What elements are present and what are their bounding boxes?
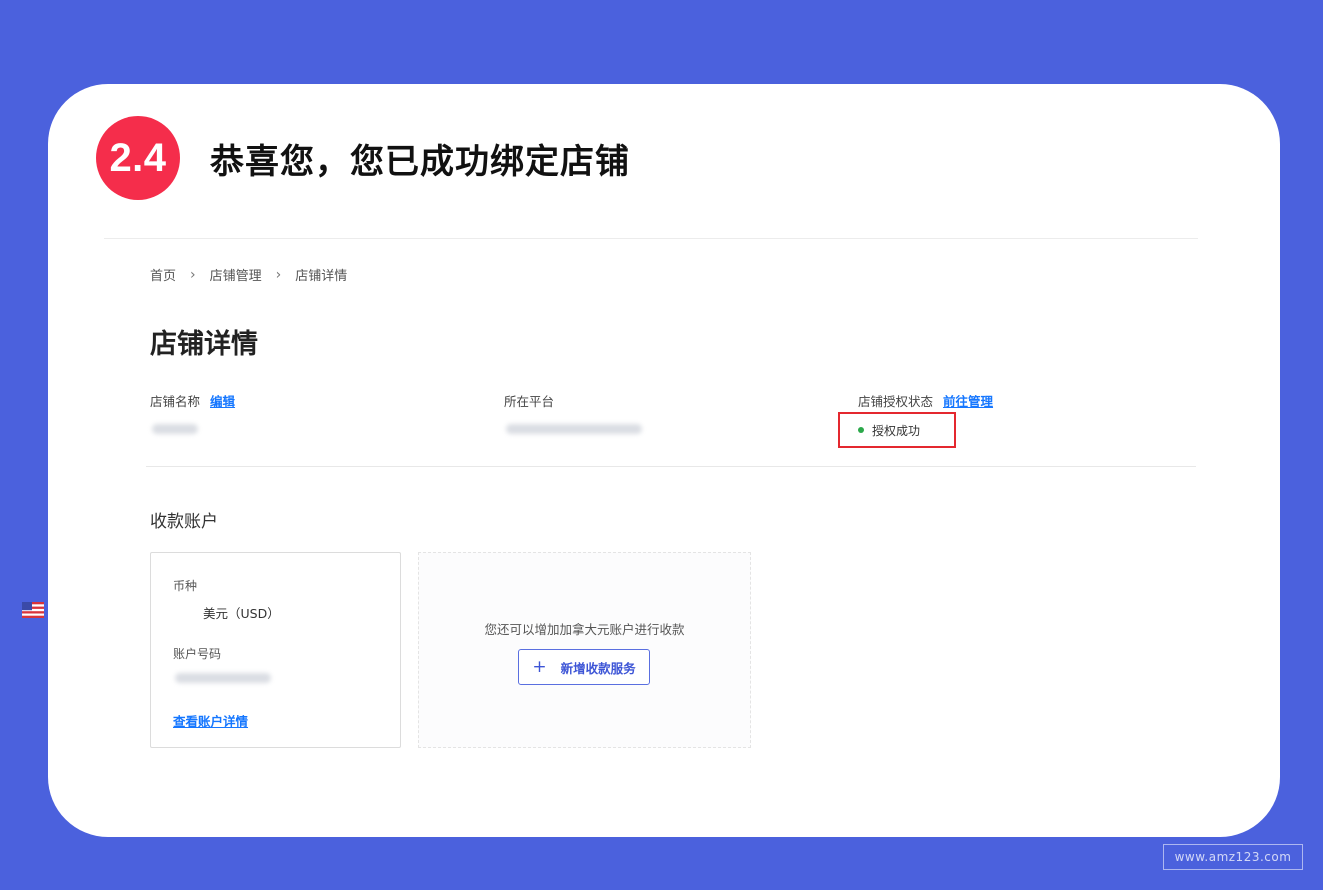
- breadcrumb-separator: ›: [275, 266, 282, 283]
- add-payment-panel: 您还可以增加加拿大元账户进行收款 + 新增收款服务: [418, 552, 751, 748]
- breadcrumb-home[interactable]: 首页: [150, 265, 176, 284]
- breadcrumb-store-details: 店铺详情: [295, 269, 348, 284]
- site-watermark: www.amz123.com: [1163, 844, 1303, 870]
- add-payment-service-button[interactable]: + 新增收款服务: [518, 649, 650, 685]
- store-name-field: 店铺名称 编辑: [150, 391, 235, 410]
- page-title: 店铺详情: [150, 329, 258, 360]
- breadcrumb-separator: ›: [190, 266, 196, 283]
- auth-status-label: 店铺授权状态: [858, 394, 934, 409]
- add-payment-service-label: 新增收款服务: [560, 660, 636, 676]
- us-flag-icon: [22, 602, 44, 618]
- breadcrumb: 首页 › 店铺管理 › 店铺详情: [150, 265, 348, 285]
- plus-icon: +: [532, 656, 547, 677]
- store-name-label: 店铺名称: [150, 394, 201, 409]
- section-divider: [146, 466, 1196, 467]
- platform-value-redacted: [506, 424, 642, 434]
- platform-label: 所在平台: [504, 394, 555, 409]
- platform-field: 所在平台: [504, 391, 554, 410]
- add-account-hint: 您还可以增加加拿大元账户进行收款: [484, 622, 685, 637]
- view-account-details-link[interactable]: 查看账户详情: [173, 711, 248, 730]
- store-name-value-redacted: [152, 424, 198, 434]
- currency-value: 美元（USD）: [203, 606, 280, 621]
- step-number-badge: 2.4: [96, 116, 180, 200]
- step-title: 恭喜您，您已成功绑定店铺: [210, 142, 630, 182]
- status-dot-icon: [858, 427, 864, 433]
- currency-label: 币种: [173, 579, 198, 593]
- auth-status-highlight: 授权成功: [838, 412, 956, 448]
- auth-status-value: 授权成功: [872, 423, 921, 438]
- account-number-redacted: [175, 673, 271, 683]
- account-number-label: 账户号码: [173, 647, 222, 661]
- edit-store-name-link[interactable]: 编辑: [210, 391, 235, 410]
- auth-status-field: 店铺授权状态 前往管理: [858, 391, 993, 410]
- header-divider: [104, 238, 1198, 239]
- payment-account-card: 币种 美元（USD） 账户号码 查看账户详情: [150, 552, 401, 748]
- payment-section-title: 收款账户: [150, 512, 218, 532]
- manage-auth-link[interactable]: 前往管理: [943, 391, 993, 410]
- breadcrumb-store-management[interactable]: 店铺管理: [210, 265, 262, 284]
